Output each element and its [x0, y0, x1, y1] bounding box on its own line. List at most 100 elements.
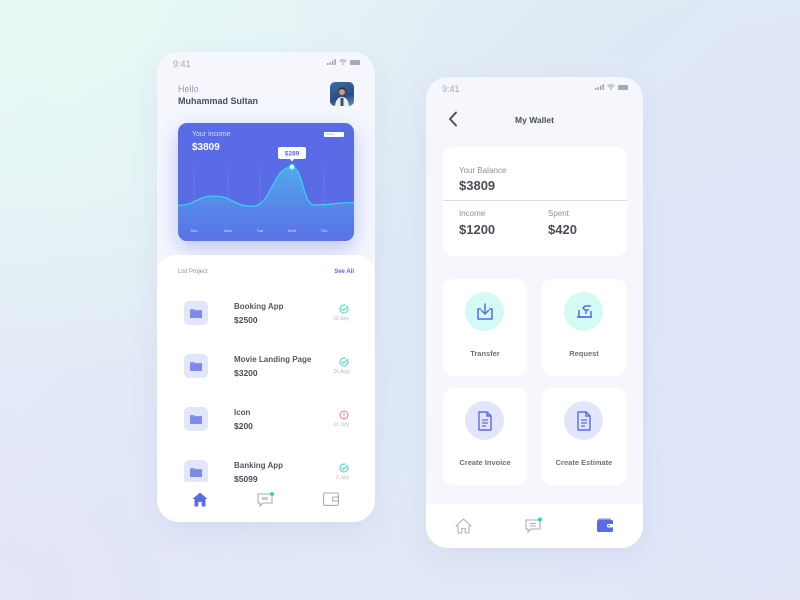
- wifi-icon: [339, 59, 347, 65]
- chat-icon: [525, 517, 542, 534]
- check-circle-icon: [339, 357, 349, 367]
- greeting: Hello Muhammad Sultan: [178, 84, 258, 106]
- user-name: Muhammad Sultan: [178, 96, 259, 106]
- battery-icon: [618, 84, 628, 90]
- request-icon-circle: [564, 292, 603, 331]
- request-button[interactable]: Request: [542, 279, 626, 376]
- nav-home[interactable]: [455, 518, 472, 539]
- balance-divider: [443, 200, 627, 201]
- project-amount: $2500: [234, 315, 258, 325]
- project-name: Booking App: [234, 302, 284, 311]
- tooltip-pointer: [290, 159, 294, 162]
- status-time: 9:41: [442, 84, 460, 94]
- wallet-screen: 9:41 My Wallet Your Balance $3809 Income…: [426, 77, 643, 548]
- check-circle-icon: [339, 304, 349, 314]
- project-date: 20 Sep: [333, 316, 349, 322]
- project-icon: [184, 407, 208, 431]
- home-icon: [192, 492, 208, 507]
- estimate-icon-circle: [564, 401, 603, 440]
- income-chart: Sun Mon Tue Wed Thu $289: [178, 147, 354, 241]
- x-tick-label: Tue: [257, 228, 265, 233]
- period-dropdown[interactable]: Week: [324, 132, 344, 137]
- balance-card: Your Balance $3809 Income $1200 Spent $4…: [443, 147, 627, 256]
- create-invoice-label: Create Invoice: [459, 458, 511, 467]
- project-icon: [184, 354, 208, 378]
- signal-icon: [327, 59, 336, 65]
- project-icon: [184, 301, 208, 325]
- income-label: Income: [459, 209, 486, 218]
- project-date: 26 Aug: [333, 369, 349, 375]
- see-all-link[interactable]: See All: [334, 269, 354, 275]
- invoice-icon-circle: [465, 401, 504, 440]
- page-title: My Wallet: [515, 115, 554, 125]
- nav-chat[interactable]: [525, 517, 543, 539]
- wifi-icon: [607, 84, 615, 90]
- status-icons: [327, 59, 361, 65]
- create-estimate-label: Create Estimate: [555, 458, 613, 467]
- folder-icon: [190, 309, 202, 318]
- document-icon: [576, 410, 591, 431]
- alert-circle-icon: [339, 410, 349, 420]
- project-list-item[interactable]: Booking App $2500 20 Sep: [157, 301, 375, 341]
- request-label: Request: [569, 349, 599, 358]
- project-name: Banking App: [234, 461, 284, 470]
- project-list-item[interactable]: Icon $200 11 July: [157, 407, 375, 447]
- balance-value: $3809: [459, 178, 496, 193]
- project-amount: $200: [234, 421, 253, 431]
- home-screen: 9:41 Hello Muhammad Sultan Sun Mon Tue W…: [157, 52, 375, 522]
- download-tray-icon: [476, 302, 493, 320]
- request-icon: [576, 304, 592, 318]
- home-icon: [455, 518, 472, 534]
- greeting-hello: Hello: [178, 84, 199, 94]
- avatar[interactable]: [330, 82, 354, 106]
- transfer-icon-circle: [465, 292, 504, 331]
- battery-icon: [350, 59, 360, 65]
- folder-icon: [190, 415, 202, 424]
- x-tick-label: Wed: [288, 228, 296, 233]
- nav-wallet[interactable]: [323, 492, 340, 511]
- income-value: $3809: [192, 142, 220, 153]
- status-bar: 9:41: [426, 77, 643, 101]
- notification-badge: [270, 492, 274, 496]
- income-value: $1200: [459, 222, 496, 237]
- bottom-nav: [426, 504, 643, 548]
- status-bar: 9:41: [157, 52, 375, 76]
- signal-icon: [595, 84, 604, 90]
- transfer-button[interactable]: Transfer: [443, 279, 527, 376]
- notification-badge: [538, 517, 542, 522]
- project-name: Movie Landing Page: [234, 355, 312, 364]
- folder-icon: [190, 468, 202, 477]
- balance-label: Your Balance: [459, 166, 507, 175]
- nav-home[interactable]: [192, 492, 208, 512]
- list-title: List Project: [178, 269, 208, 275]
- x-tick-label: Mon: [224, 228, 232, 233]
- check-circle-icon: [339, 463, 349, 473]
- project-amount: $3200: [234, 368, 258, 378]
- tooltip-value: $289: [285, 151, 300, 158]
- folder-icon: [190, 362, 202, 371]
- spent-label: Spent: [548, 209, 569, 218]
- nav-wallet[interactable]: [597, 518, 613, 537]
- create-estimate-button[interactable]: Create Estimate: [542, 388, 626, 485]
- create-invoice-button[interactable]: Create Invoice: [443, 388, 527, 485]
- project-icon: [184, 460, 208, 484]
- wallet-icon: [597, 518, 613, 532]
- highlight-point[interactable]: [288, 163, 296, 171]
- spent-value: $420: [548, 222, 577, 237]
- wallet-icon: [323, 492, 340, 506]
- status-time: 9:41: [173, 59, 191, 69]
- income-card: Sun Mon Tue Wed Thu $289 Your income $3809 W…: [178, 123, 354, 241]
- transfer-label: Transfer: [470, 349, 500, 358]
- x-tick-label: Thu: [321, 228, 328, 233]
- chat-icon: [257, 492, 274, 508]
- income-label: Your income: [192, 131, 231, 138]
- project-list-item[interactable]: Movie Landing Page $3200 26 Aug: [157, 354, 375, 394]
- bottom-nav: [157, 482, 375, 522]
- nav-chat[interactable]: [257, 492, 275, 513]
- project-date: 11 July: [333, 422, 349, 428]
- avatar-person-icon: [335, 87, 349, 106]
- status-icons: [595, 84, 629, 90]
- project-date: 2 July: [335, 475, 349, 481]
- x-tick-label: Sun: [190, 228, 197, 233]
- document-icon: [477, 410, 492, 431]
